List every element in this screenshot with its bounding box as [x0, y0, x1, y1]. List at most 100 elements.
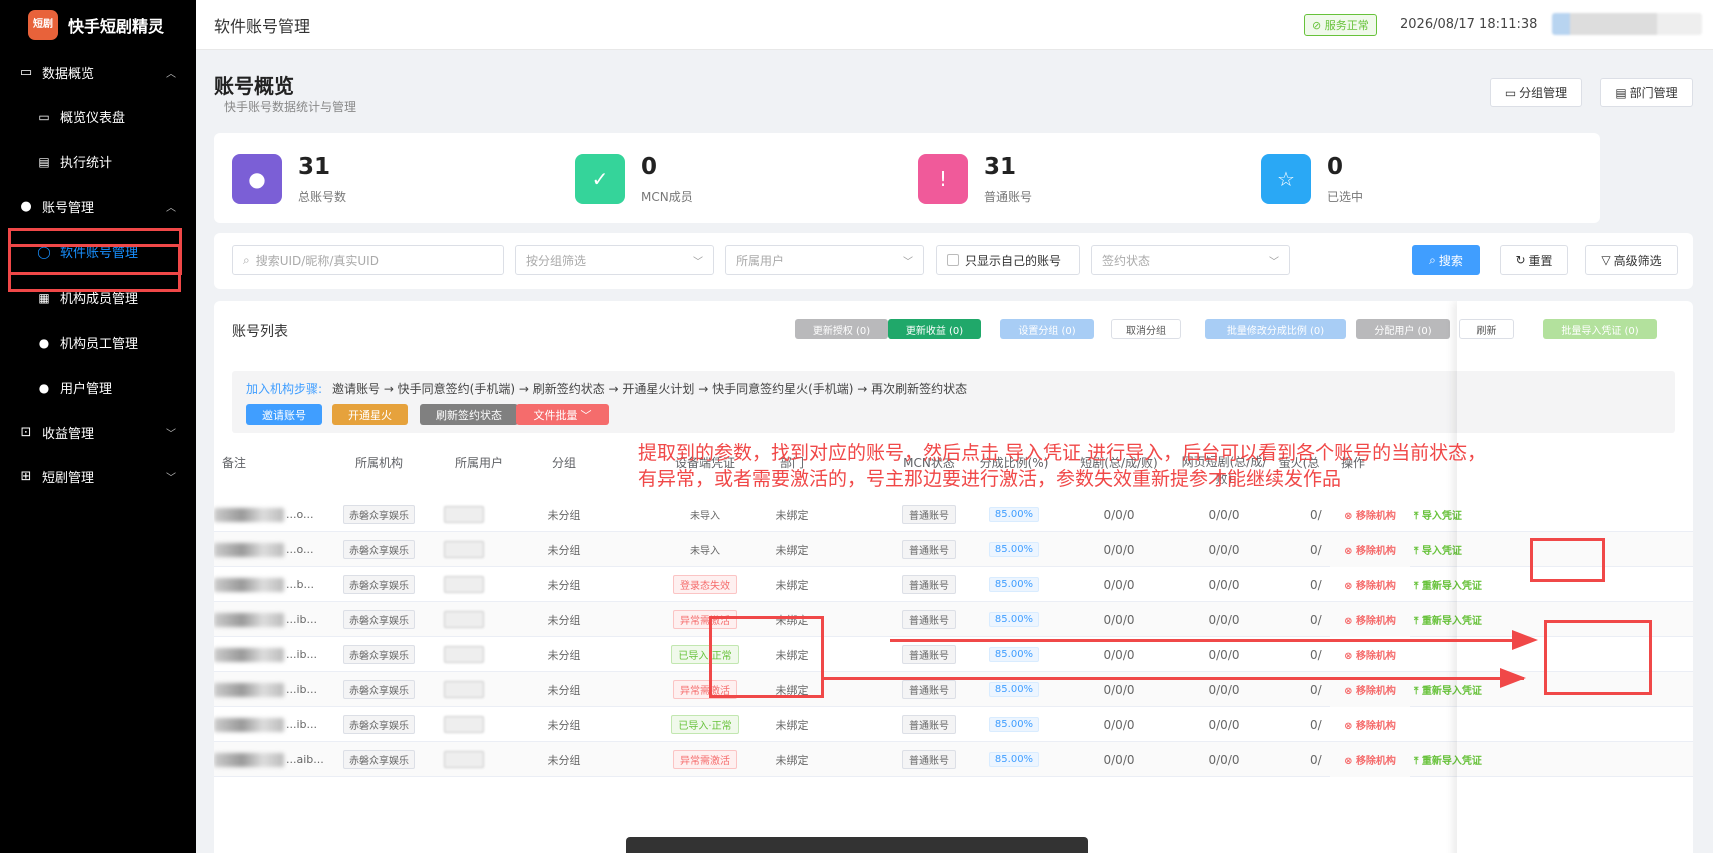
stat-value: 0 [641, 154, 658, 180]
web-drama-cell: 0/0/0 [1208, 542, 1240, 557]
sidebar-group-2[interactable]: ⊡ 收益管理 ﹀ [0, 410, 196, 454]
arrow-head-2 [1500, 668, 1526, 688]
chevron-down-icon: ﹀ [693, 256, 703, 268]
stat-value: 0 [1327, 154, 1344, 180]
stat-card: ! 31 普通账号 [900, 133, 1257, 223]
ratio-cell: 85.00% [974, 707, 1054, 742]
sidebar-item-label: 概览仪表盘 [60, 111, 126, 126]
step-button-1[interactable]: 开通星火 [332, 404, 408, 425]
remove-icon: ⊗ [1344, 721, 1356, 732]
ratio-tag: 85.00% [988, 682, 1040, 697]
mcn-tag: 普通账号 [902, 715, 956, 734]
bottom-toolbar [626, 837, 1088, 853]
toolbar-button-1[interactable]: 更新收益 (0) [888, 319, 981, 339]
table-row: ...o... 赤磐众享娱乐 未分组 未导入 未绑定 普通账号 85.00% 0/0/0 0/0… [214, 532, 1693, 567]
toolbar-button-3[interactable]: 取消分组 [1111, 319, 1181, 339]
ratio-cell: 85.00% [974, 637, 1054, 672]
import-credential-button[interactable]: ⤒ 重新导入凭证 [1414, 612, 1482, 627]
sidebar-item-1-3[interactable]: ● 用户管理 [0, 365, 196, 410]
org-cell: 赤磐众享娱乐 [334, 497, 424, 532]
user-cell [434, 672, 494, 707]
remove-org-button[interactable]: ⊗ 移除机构 [1344, 542, 1396, 557]
drama-cell: 0/0/0 [1103, 612, 1135, 627]
sign-status-select[interactable]: 签约状态 ﹀ [1091, 245, 1290, 275]
advanced-filter-button[interactable]: ▽ 高级筛选 [1585, 245, 1678, 275]
import-credential-button[interactable]: ⤒ 重新导入凭证 [1414, 577, 1482, 592]
remove-org-button[interactable]: ⊗ 移除机构 [1344, 717, 1396, 732]
mcn-tag: 普通账号 [902, 645, 956, 664]
remove-org-button[interactable]: ⊗ 移除机构 [1344, 752, 1396, 767]
stat-label: MCN成员 [641, 190, 693, 204]
user-icon: ● [38, 335, 50, 350]
search-button[interactable]: ⌕ 搜索 [1412, 245, 1480, 275]
sidebar-group-0[interactable]: ▭ 数据概览 ︿ [0, 50, 196, 94]
user-avatar[interactable] [1552, 13, 1702, 35]
remove-org-button[interactable]: ⊗ 移除机构 [1344, 612, 1396, 627]
user-filter-select[interactable]: 所属用户 ﹀ [725, 245, 924, 275]
remove-label: 移除机构 [1355, 581, 1396, 592]
toolbar-button-7[interactable]: 批量导入凭证 (0) [1543, 319, 1657, 339]
user-tag [444, 611, 484, 628]
remove-icon: ⊗ [1344, 511, 1356, 522]
import-credential-button[interactable]: ⤒ 导入凭证 [1414, 507, 1462, 522]
remove-org-button[interactable]: ⊗ 移除机构 [1344, 682, 1396, 697]
import-credential-button[interactable]: ⤒ 导入凭证 [1414, 542, 1462, 557]
search-input[interactable]: ⌕ 搜索UID/昵称/真实UID [232, 245, 504, 275]
sidebar-item-0-1[interactable]: ▤ 执行统计 [0, 139, 196, 184]
group-cell: 未分组 [547, 543, 581, 557]
remove-cell: ⊗ 移除机构 [1330, 497, 1410, 532]
check-circle-icon: ⊘ [1312, 19, 1322, 32]
account-list-panel: 账号列表 更新授权 (0) 更新收益 (0) 设置分组 (0) 取消分组 批量修改分成比… [214, 301, 1693, 853]
overview-subtitle: 快手账号数据统计与管理 [224, 100, 357, 114]
import-credential-button[interactable]: ⤒ 重新导入凭证 [1414, 682, 1482, 697]
step-button-3[interactable]: 文件批量 ﹀ [516, 404, 609, 425]
mcn-tag: 普通账号 [902, 750, 956, 769]
remove-org-button[interactable]: ⊗ 移除机构 [1344, 577, 1396, 592]
note-blur [214, 507, 284, 522]
sidebar-group-3[interactable]: ⊞ 短剧管理 ﹀ [0, 454, 196, 498]
org-tag: 赤磐众享娱乐 [343, 750, 415, 769]
sidebar-item-0-0[interactable]: ▭ 概览仪表盘 [0, 94, 196, 139]
chart-icon: ▤ [38, 154, 50, 169]
sidebar-item-label: 机构员工管理 [60, 337, 139, 352]
reset-button[interactable]: ↻ 重置 [1500, 245, 1568, 275]
org-tag: 赤磐众享娱乐 [343, 575, 415, 594]
mcn-cell: 普通账号 [884, 567, 974, 602]
table-row: ...ib... 赤磐众享娱乐 未分组 已导入·正常 未绑定 普通账号 85.00% 0/0/… [214, 637, 1693, 672]
remove-org-button[interactable]: ⊗ 移除机构 [1344, 647, 1396, 662]
sidebar-item-1-2[interactable]: ● 机构员工管理 [0, 320, 196, 365]
fire-cell: 0/ [1310, 507, 1322, 522]
toolbar-button-0[interactable]: 更新授权 (0) [795, 319, 888, 339]
only-mine-checkbox[interactable]: 只显示自己的账号 [936, 245, 1080, 275]
checkbox-box[interactable] [947, 254, 959, 266]
remove-cell: ⊗ 移除机构 [1330, 707, 1410, 742]
monitor-icon: ▭ [38, 109, 50, 124]
remove-icon: ⊗ [1344, 616, 1356, 627]
dept-manage-button[interactable]: ▤ 部门管理 [1600, 78, 1693, 107]
step-button-2[interactable]: 刷新签约状态 [420, 404, 518, 425]
toolbar-button-2[interactable]: 设置分组 (0) [1000, 319, 1094, 339]
org-tag: 赤磐众享娱乐 [343, 680, 415, 699]
sidebar-group-label: 账号管理 [42, 200, 95, 216]
stat-label: 普通账号 [984, 190, 1033, 204]
chevron-down-icon: ﹀ [1269, 256, 1279, 268]
sidebar-group-1[interactable]: ● 账号管理 ︿ [0, 184, 196, 228]
user-tag [444, 681, 484, 698]
user-cell [434, 707, 494, 742]
group-manage-button[interactable]: ▭ 分组管理 [1490, 78, 1582, 107]
toolbar-button-label: 取消分组 [1126, 325, 1166, 337]
column-header: 所属用户 [454, 456, 503, 470]
toolbar-button-5[interactable]: 分配用户 (0) [1356, 319, 1450, 339]
step-button-0[interactable]: 邀请账号 [246, 404, 322, 425]
remove-org-button[interactable]: ⊗ 移除机构 [1344, 507, 1396, 522]
toolbar-button-4[interactable]: 批量修改分成比例 (0) [1205, 319, 1346, 339]
group-filter-select[interactable]: 按分组筛选 ﹀ [515, 245, 714, 275]
import-credential-button[interactable]: ⤒ 重新导入凭证 [1414, 752, 1482, 767]
arrow-head-1 [1512, 630, 1538, 650]
upload-icon: ⤒ [1414, 756, 1422, 767]
remove-icon: ⊗ [1344, 546, 1356, 557]
toolbar-button-6[interactable]: 刷新 [1459, 319, 1514, 339]
org-tag: 赤磐众享娱乐 [343, 540, 415, 559]
note-cell: ...ib... [214, 707, 324, 742]
note-blur [214, 612, 284, 627]
